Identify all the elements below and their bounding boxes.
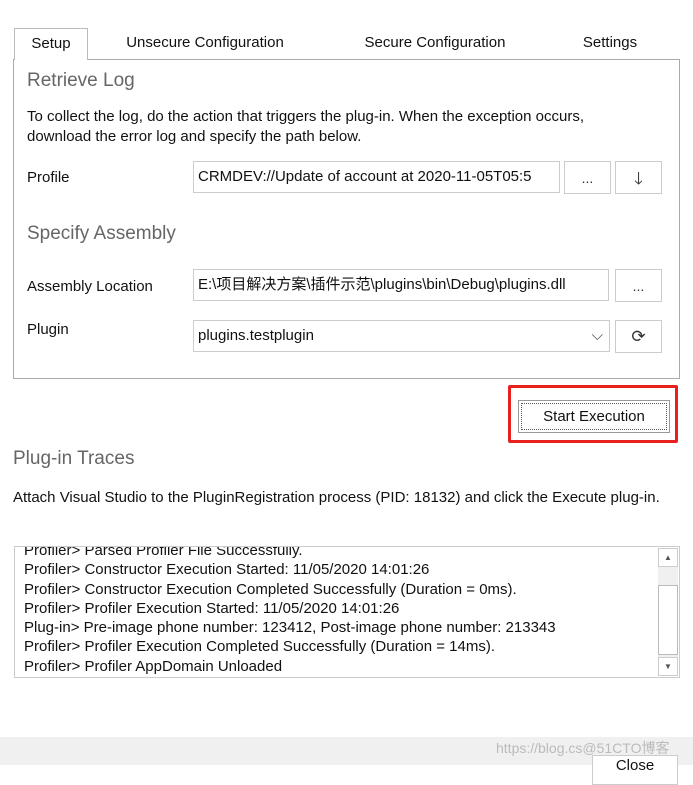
trace-log[interactable]: Profiler> Parsed Profiler File Successfu… xyxy=(14,546,680,678)
retrieve-log-instructions: To collect the log, do the action that t… xyxy=(27,108,584,145)
assembly-location-input[interactable]: E:\项目解决方案\插件示范\plugins\bin\Debug\plugins… xyxy=(193,269,609,301)
start-execution-button[interactable]: Start Execution xyxy=(518,400,670,433)
plugin-label: Plugin xyxy=(27,321,69,338)
assembly-browse-button[interactable]: ... xyxy=(615,269,662,302)
tab-unsecure-configuration[interactable]: Unsecure Configuration xyxy=(100,28,310,58)
chevron-down-icon: ⌵ xyxy=(591,327,603,344)
plugin-traces-heading: Plug-in Traces xyxy=(13,448,135,469)
trace-line: Profiler> Profiler AppDomain Unloaded xyxy=(24,657,283,675)
download-log-button[interactable]: 🡓 xyxy=(615,161,662,194)
trace-line: Profiler> Parsed Profiler File Successfu… xyxy=(24,546,303,559)
scroll-down-icon[interactable]: ▼ xyxy=(658,657,678,676)
tab-secure-configuration[interactable]: Secure Configuration xyxy=(340,28,530,58)
refresh-plugins-button[interactable]: ⟳ xyxy=(615,320,662,353)
trace-line: Plug-in> Pre-image phone number: 123412,… xyxy=(24,619,556,637)
trace-line: Profiler> Constructor Execution Started:… xyxy=(24,561,430,579)
assembly-location-label: Assembly Location xyxy=(27,278,153,295)
arrow-down-icon: 🡓 xyxy=(634,169,643,188)
profile-input[interactable]: CRMDEV://Update of account at 2020-11-05… xyxy=(193,161,560,193)
trace-line: Profiler> Profiler Execution Completed S… xyxy=(24,638,496,656)
profile-label: Profile xyxy=(27,169,70,186)
trace-line: Profiler> Constructor Execution Complete… xyxy=(24,580,517,598)
scrollbar-thumb[interactable] xyxy=(658,585,678,655)
tab-settings[interactable]: Settings xyxy=(565,28,655,58)
profile-browse-button[interactable]: ... xyxy=(564,161,611,194)
scroll-up-icon[interactable]: ▲ xyxy=(658,548,678,567)
plugin-traces-description: Attach Visual Studio to the PluginRegist… xyxy=(13,489,660,506)
retrieve-log-heading: Retrieve Log xyxy=(27,70,135,91)
refresh-icon: ⟳ xyxy=(631,327,646,346)
tab-setup[interactable]: Setup xyxy=(14,28,88,60)
close-button[interactable]: Close xyxy=(592,755,678,785)
specify-assembly-heading: Specify Assembly xyxy=(27,223,176,244)
plugin-select-value: plugins.testplugin xyxy=(198,327,314,344)
trace-line: Profiler> Profiler Execution Started: 11… xyxy=(24,599,400,617)
plugin-select[interactable]: plugins.testplugin ⌵ xyxy=(193,320,610,352)
scrollbar[interactable]: ▲ ▼ xyxy=(658,548,678,676)
